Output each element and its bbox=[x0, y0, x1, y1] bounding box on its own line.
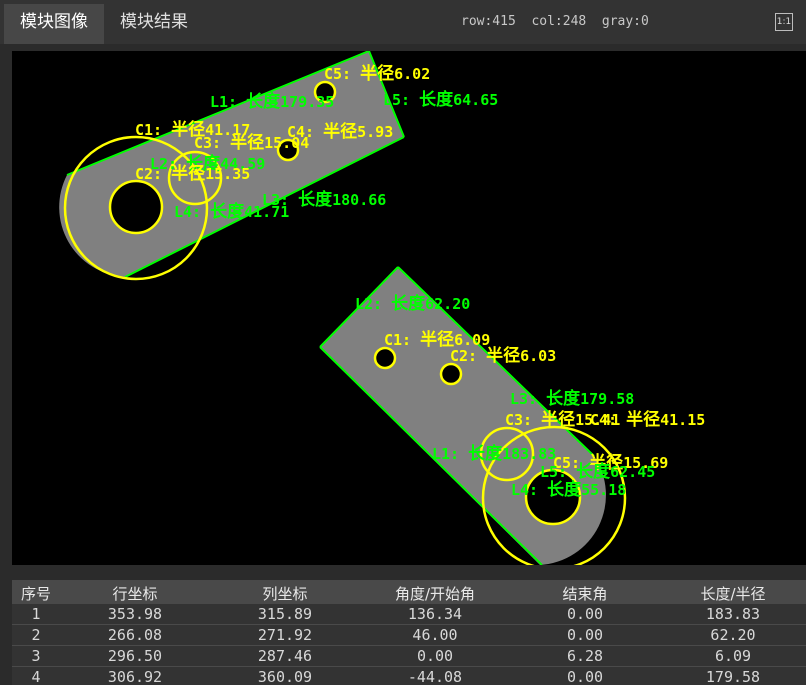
actual-size-button[interactable]: 1:1 bbox=[775, 13, 793, 31]
header-length-radius: 长度/半径 bbox=[700, 585, 766, 603]
cell-angle-start: 136.34 bbox=[407, 605, 463, 623]
header-col-coord: 列坐标 bbox=[262, 585, 308, 603]
cell-index: 2 bbox=[31, 626, 41, 644]
cell-angle-start: 0.00 bbox=[416, 647, 454, 665]
part-a-c5-label: C5: 半径6.02 bbox=[324, 63, 430, 84]
cell-index: 3 bbox=[31, 647, 41, 665]
part-a-l1-label: L1: 长度179.35 bbox=[210, 91, 334, 112]
part-b-l3-label: L3: 长度179.58 bbox=[510, 388, 634, 409]
part-a-c3-label: C3: 半径15.04 bbox=[194, 132, 309, 153]
part-b-c1-hole bbox=[373, 346, 397, 370]
table-row[interactable]: 4 306.92 360.09 -44.08 0.00 179.58 bbox=[12, 667, 806, 685]
table-row[interactable]: 1 353.98 315.89 136.34 0.00 183.83 bbox=[12, 604, 806, 625]
cell-index: 4 bbox=[31, 668, 41, 685]
part-b-c2-label: C2: 半径6.03 bbox=[450, 345, 556, 366]
part-a-c2-label: C2: 半径15.35 bbox=[135, 163, 250, 184]
cell-length-radius: 179.58 bbox=[705, 668, 761, 685]
cell-end-angle: 0.00 bbox=[566, 605, 604, 623]
tab-module-result[interactable]: 模块结果 bbox=[104, 4, 204, 44]
cell-angle-start: -44.08 bbox=[407, 668, 463, 685]
part-b-l2-label: L2: 长度62.20 bbox=[355, 293, 470, 314]
cell-index: 1 bbox=[31, 605, 41, 623]
header-row-coord: 行坐标 bbox=[112, 585, 158, 603]
cell-length-radius: 6.09 bbox=[714, 647, 752, 665]
part-b-l1-label: L1: 长度183.83 bbox=[432, 443, 556, 464]
image-viewer[interactable]: C5: 半径6.02 L1: 长度179.35 L5: 长度64.65 C1: 半径4… bbox=[12, 51, 806, 565]
tab-bar: 模块图像 模块结果 row:415 col:248 gray:0 1:1 bbox=[0, 0, 806, 44]
part-b-c4-label: C4: 半径41.15 bbox=[590, 409, 705, 430]
panel-separator bbox=[0, 565, 806, 580]
cell-length-radius: 62.20 bbox=[710, 626, 756, 644]
cell-row-coord: 296.50 bbox=[107, 647, 163, 665]
part-a-l5-label: L5: 长度64.65 bbox=[383, 89, 498, 110]
cell-end-angle: 6.28 bbox=[566, 647, 604, 665]
header-angle-start: 角度/开始角 bbox=[394, 585, 476, 603]
cell-row-coord: 266.08 bbox=[107, 626, 163, 644]
header-index: 序号 bbox=[20, 585, 51, 603]
inspection-image: C5: 半径6.02L1: 长度179.35 L5: 长度64.65C1: 半径4… bbox=[59, 51, 705, 565]
results-table: 序号 行坐标 列坐标 角度/开始角 结束角 长度/半径 1 353.98 315… bbox=[12, 580, 806, 685]
table-row[interactable]: 2 266.08 271.92 46.00 0.00 62.20 bbox=[12, 625, 806, 646]
cell-end-angle: 0.00 bbox=[566, 668, 604, 685]
tab-module-image[interactable]: 模块图像 bbox=[4, 4, 104, 44]
table-row[interactable]: 3 296.50 287.46 0.00 6.28 6.09 bbox=[12, 646, 806, 667]
part-a-l4-label: L4: 长度41.71 bbox=[174, 201, 289, 222]
cell-angle-start: 46.00 bbox=[412, 626, 458, 644]
cell-row-coord: 306.92 bbox=[107, 668, 163, 685]
cell-length-radius: 183.83 bbox=[705, 605, 761, 623]
header-end-angle: 结束角 bbox=[562, 585, 608, 603]
part-b-l5-label: L5: 长度62.45 bbox=[540, 461, 655, 482]
part-b-l4-label: L4: 长度55.18 bbox=[511, 479, 626, 500]
table-header: 序号 行坐标 列坐标 角度/开始角 结束角 长度/半径 bbox=[12, 580, 806, 604]
cell-row-coord: 353.98 bbox=[107, 605, 163, 623]
cell-col-coord: 271.92 bbox=[257, 626, 313, 644]
cell-col-coord: 360.09 bbox=[257, 668, 313, 685]
part-a-c2-hole bbox=[108, 179, 164, 235]
cell-end-angle: 0.00 bbox=[566, 626, 604, 644]
cell-col-coord: 287.46 bbox=[257, 647, 313, 665]
pixel-status-readout: row:415 col:248 gray:0 bbox=[461, 14, 649, 29]
cell-col-coord: 315.89 bbox=[257, 605, 313, 623]
part-b-c2-hole bbox=[439, 362, 463, 386]
